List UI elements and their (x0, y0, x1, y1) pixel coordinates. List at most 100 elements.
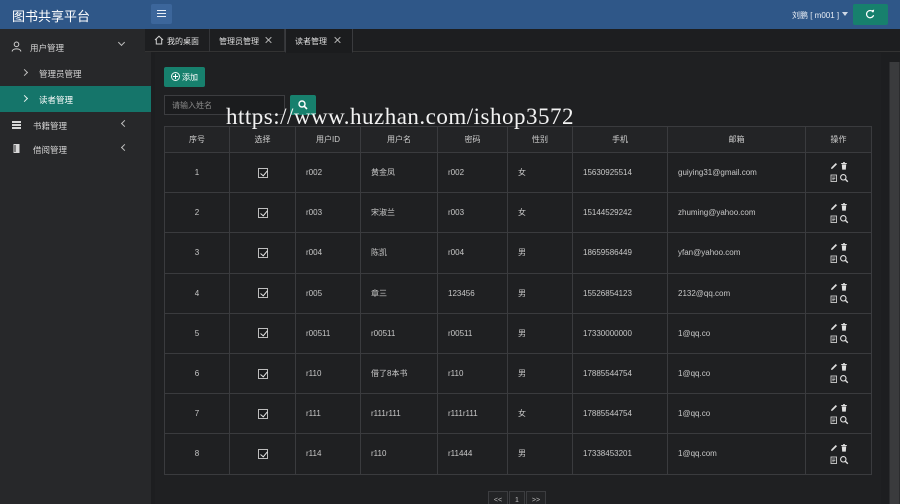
sidebar-item-label: 借阅管理 (33, 145, 68, 155)
row-actions (827, 321, 851, 345)
view-magnifier-icon[interactable] (839, 294, 849, 304)
edit-document-icon[interactable] (829, 374, 839, 384)
row-checkbox[interactable] (257, 448, 268, 459)
edit-document-icon[interactable] (829, 455, 839, 465)
page-1-button[interactable]: 1 (509, 491, 525, 504)
sidebar-item-admin-management[interactable]: 管理员管理 (0, 60, 151, 86)
row-checkbox[interactable] (257, 167, 268, 178)
phone-cell: 15630925514 (572, 151, 668, 194)
user-id-cell: r004 (295, 232, 361, 274)
sidebar-item-label: 管理员管理 (39, 69, 82, 79)
delete-trash-icon[interactable] (839, 403, 849, 413)
sidebar-item-user-management[interactable]: 用户管理 (0, 34, 151, 60)
scrollbar-thumb[interactable] (890, 62, 899, 504)
prev-page-button[interactable]: << (488, 491, 508, 504)
delete-trash-icon[interactable] (839, 242, 849, 252)
view-magnifier-icon[interactable] (839, 374, 849, 384)
edit-document-icon[interactable] (829, 254, 839, 264)
view-magnifier-icon[interactable] (839, 415, 849, 425)
row-actions (827, 442, 851, 466)
view-magnifier-icon[interactable] (839, 334, 849, 344)
password-cell: r002 (437, 151, 508, 194)
add-button-label: 添加 (182, 73, 198, 82)
username-cell: 黄金凤 (360, 151, 438, 194)
select-cell (229, 433, 296, 475)
edit-document-icon[interactable] (829, 294, 839, 304)
refresh-button[interactable] (853, 4, 888, 25)
close-icon[interactable] (334, 36, 342, 44)
sidebar-item-reader-management[interactable]: 读者管理 (0, 86, 151, 112)
select-cell (229, 312, 296, 354)
edit-document-icon[interactable] (829, 173, 839, 183)
username-cell: r00511 (360, 312, 438, 354)
view-magnifier-icon[interactable] (839, 214, 849, 224)
delete-trash-icon[interactable] (839, 282, 849, 292)
column-header: 用户ID (295, 126, 361, 153)
column-header: 手机 (572, 126, 668, 153)
add-button[interactable]: 添加 (164, 67, 205, 87)
vertical-scrollbar[interactable] (889, 62, 900, 504)
chevron-right-icon (20, 68, 29, 77)
table-row: 5 r00511 r00511 r00511 男 17330000000 1@qq.co (164, 312, 872, 354)
edit-pencil-icon[interactable] (829, 202, 839, 212)
edit-document-icon[interactable] (829, 334, 839, 344)
tab-admin-management[interactable]: 管理员管理 (210, 29, 285, 52)
edit-pencil-icon[interactable] (829, 443, 839, 453)
user-menu[interactable]: 刘鹏 [ m001 ] (792, 10, 839, 21)
row-number: 1 (164, 151, 230, 194)
phone-cell: 17885544754 (572, 393, 668, 435)
reader-table: 序号 选择 用户ID 用户名 密码 性别 手机 邮箱 操作 1 r002 黄金凤 r0… (164, 126, 872, 475)
watermark-text: https://www.huzhan.com/ishop3572 (226, 104, 574, 129)
tab-bar: 我的桌面 管理员管理 读者管理 (145, 29, 900, 53)
row-actions (827, 362, 851, 386)
phone-cell: 17338453201 (572, 433, 668, 475)
view-magnifier-icon[interactable] (839, 254, 849, 264)
row-checkbox[interactable] (257, 207, 268, 218)
table-row: 4 r005 章三 123456 男 15526854123 2132@qq.com (164, 272, 872, 314)
edit-document-icon[interactable] (829, 214, 839, 224)
tab-reader-management[interactable]: 读者管理 (285, 29, 353, 53)
menu-toggle-button[interactable] (151, 4, 172, 24)
phone-cell: 17330000000 (572, 312, 668, 354)
row-checkbox[interactable] (257, 288, 268, 299)
chevron-down-icon (117, 38, 126, 47)
row-checkbox[interactable] (257, 368, 268, 379)
user-id-cell: r003 (295, 192, 361, 234)
delete-trash-icon[interactable] (839, 443, 849, 453)
row-checkbox[interactable] (257, 408, 268, 419)
tab-label: 我的桌面 (167, 37, 199, 46)
edit-pencil-icon[interactable] (829, 282, 839, 292)
delete-trash-icon[interactable] (839, 322, 849, 332)
row-number: 3 (164, 232, 230, 274)
next-page-button[interactable]: >> (526, 491, 546, 504)
sidebar-item-borrow-management[interactable]: 借阅管理 (0, 136, 151, 162)
view-magnifier-icon[interactable] (839, 173, 849, 183)
user-id-cell: r005 (295, 272, 361, 314)
delete-trash-icon[interactable] (839, 202, 849, 212)
column-header: 序号 (164, 126, 230, 153)
sidebar-item-book-management[interactable]: 书籍管理 (0, 112, 151, 138)
close-icon[interactable] (265, 36, 273, 44)
tab-my-desktop[interactable]: 我的桌面 (145, 29, 210, 52)
view-magnifier-icon[interactable] (839, 455, 849, 465)
row-number: 8 (164, 433, 230, 475)
username-cell: 借了8本书 (360, 352, 438, 395)
user-id-cell: r002 (295, 151, 361, 194)
email-cell: yfan@yahoo.com (667, 232, 806, 274)
column-header: 操作 (805, 126, 872, 153)
actions-cell (805, 393, 872, 435)
edit-pencil-icon[interactable] (829, 322, 839, 332)
row-checkbox[interactable] (257, 247, 268, 258)
edit-pencil-icon[interactable] (829, 362, 839, 372)
delete-trash-icon[interactable] (839, 161, 849, 171)
row-checkbox[interactable] (257, 328, 268, 339)
edit-pencil-icon[interactable] (829, 161, 839, 171)
home-icon (154, 35, 164, 45)
caret-down-icon[interactable] (842, 12, 848, 16)
edit-pencil-icon[interactable] (829, 242, 839, 252)
row-number: 2 (164, 192, 230, 234)
edit-pencil-icon[interactable] (829, 403, 839, 413)
edit-document-icon[interactable] (829, 415, 839, 425)
username-cell: 章三 (360, 272, 438, 314)
delete-trash-icon[interactable] (839, 362, 849, 372)
